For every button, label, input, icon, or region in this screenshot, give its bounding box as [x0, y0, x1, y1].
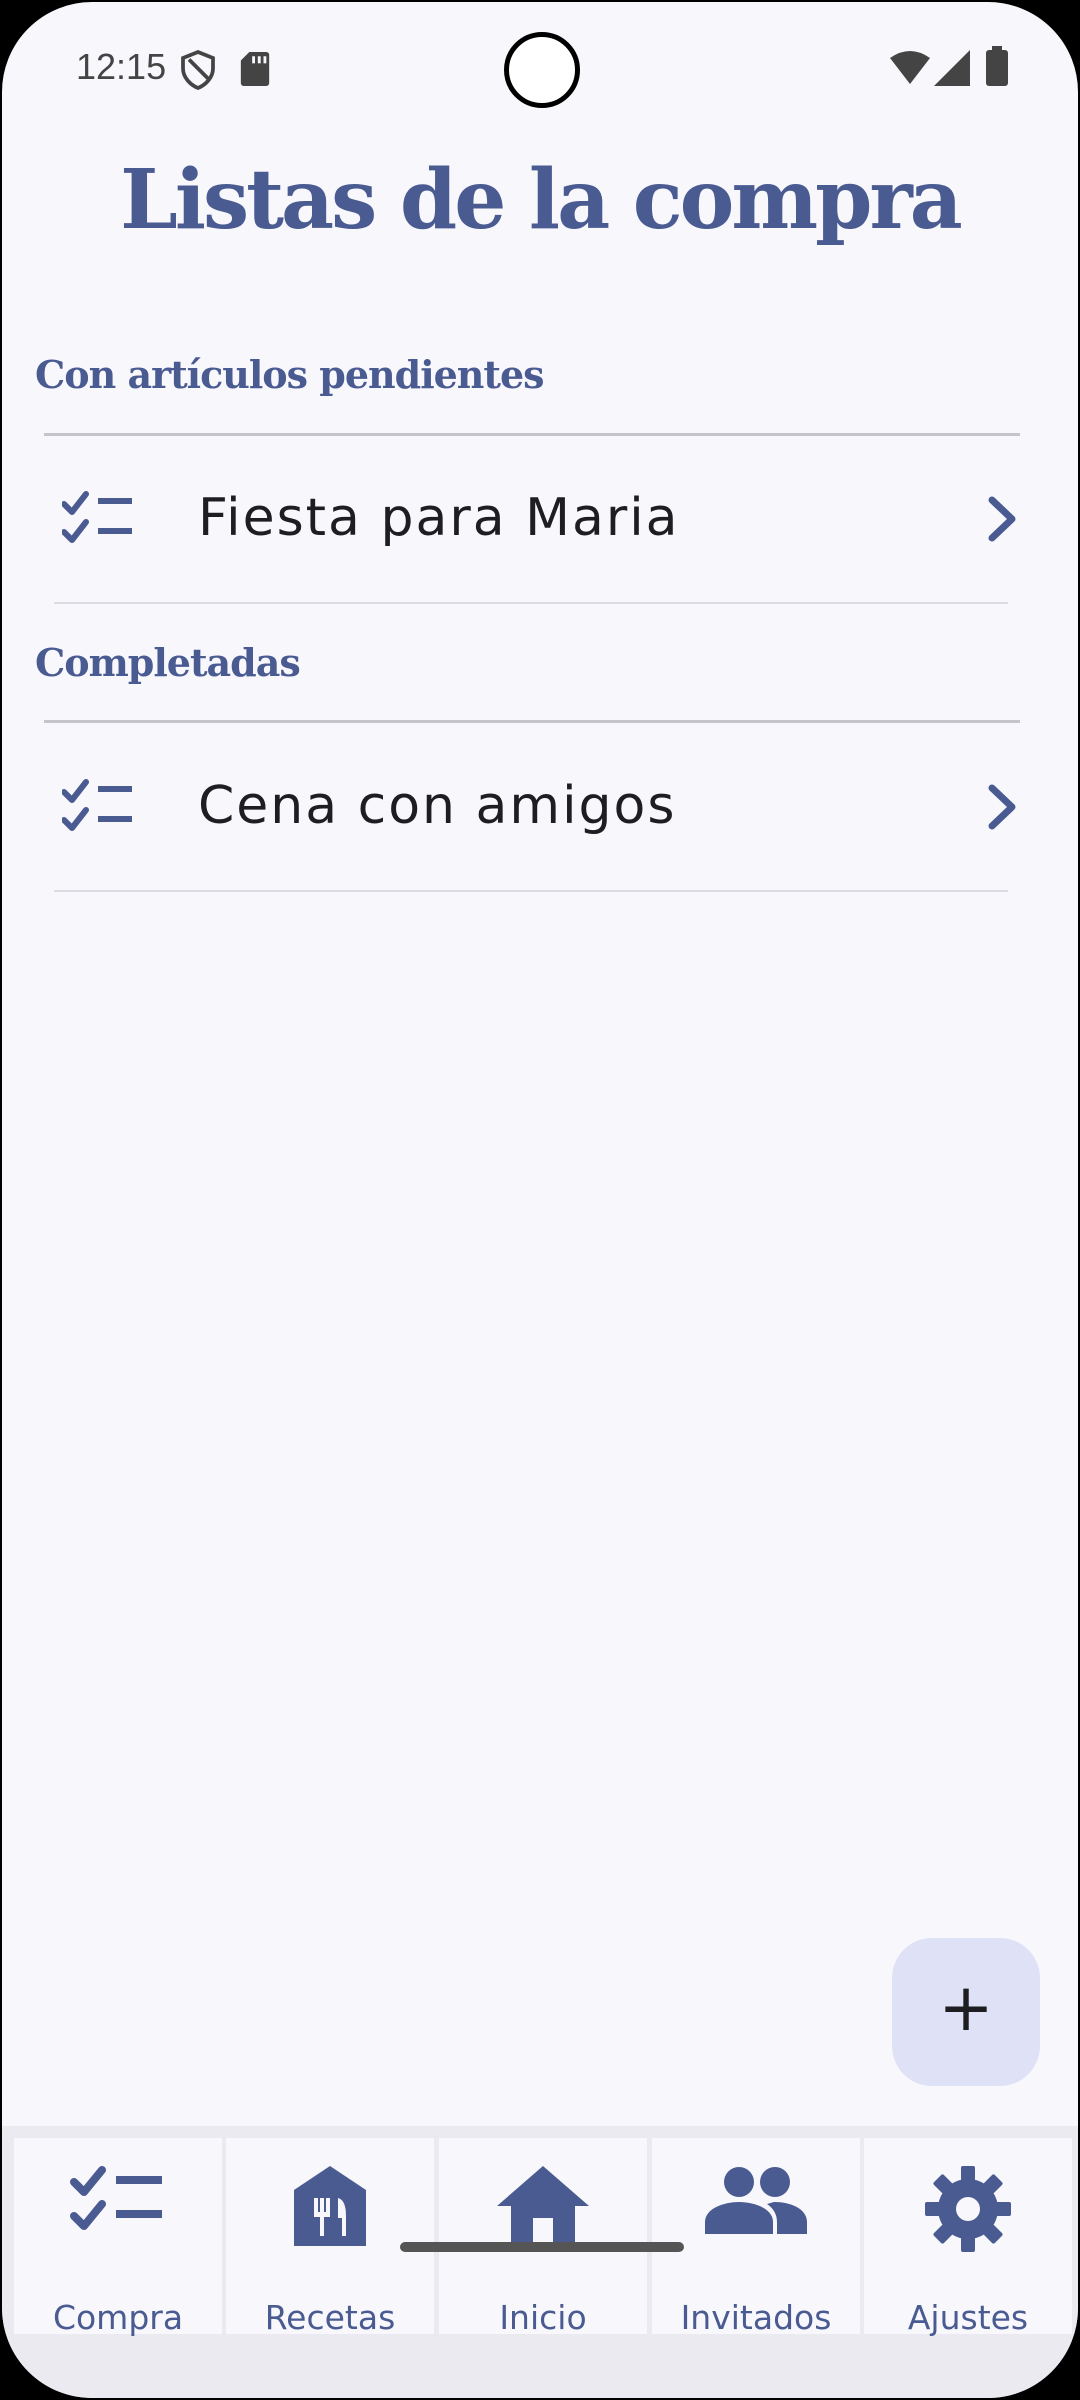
bottom-nav: Compra Recetas Inicio Invitados Ajustes [2, 2126, 1078, 2398]
battery-icon [986, 46, 1008, 86]
section-header-pending: Con artículos pendientes [35, 352, 545, 397]
people-icon [705, 2167, 807, 2234]
nav-item-inicio[interactable]: Inicio [439, 2138, 647, 2337]
list-item-label: Fiesta para Maria [198, 488, 680, 548]
section-header-completed: Completadas [35, 640, 301, 685]
nav-label: Compra [52, 2298, 184, 2337]
chevron-right-icon [988, 784, 1016, 830]
status-bar: 12:15 [2, 2, 1078, 132]
signal-icon [934, 50, 970, 86]
restaurant-icon [294, 2166, 366, 2246]
add-list-button[interactable]: + [892, 1938, 1040, 2086]
status-time: 12:15 [76, 46, 167, 87]
home-indicator[interactable] [400, 2242, 684, 2252]
wifi-icon [890, 51, 930, 84]
list-item-label: Cena con amigos [198, 776, 677, 836]
nav-item-compra[interactable]: Compra [14, 2138, 222, 2337]
checklist-icon [62, 779, 132, 831]
page-title: Listas de la compra [120, 152, 963, 248]
list-item[interactable]: Cena con amigos [44, 724, 1020, 892]
row-divider [54, 602, 1008, 604]
sd-card-icon [240, 52, 270, 86]
checklist-icon [62, 491, 132, 543]
add-icon: + [938, 1969, 994, 2046]
nav-label: Invitados [680, 2298, 832, 2337]
checklist-icon [70, 2166, 162, 2230]
section-divider [44, 720, 1020, 723]
nav-label: Recetas [264, 2298, 396, 2337]
nav-item-invitados[interactable]: Invitados [652, 2138, 860, 2337]
shield-icon [181, 50, 215, 90]
nav-item-ajustes[interactable]: Ajustes [864, 2138, 1072, 2337]
nav-item-recetas[interactable]: Recetas [226, 2138, 434, 2337]
list-item[interactable]: Fiesta para Maria [44, 436, 1020, 604]
row-divider [54, 890, 1008, 892]
front-camera [504, 32, 580, 108]
gear-icon [925, 2166, 1011, 2252]
chevron-right-icon [988, 496, 1016, 542]
nav-label: Inicio [499, 2298, 587, 2337]
nav-label: Ajustes [907, 2298, 1029, 2337]
home-icon [497, 2166, 589, 2244]
phone-screen: 12:15 Listas de la compra Con artículos … [0, 0, 1080, 2400]
